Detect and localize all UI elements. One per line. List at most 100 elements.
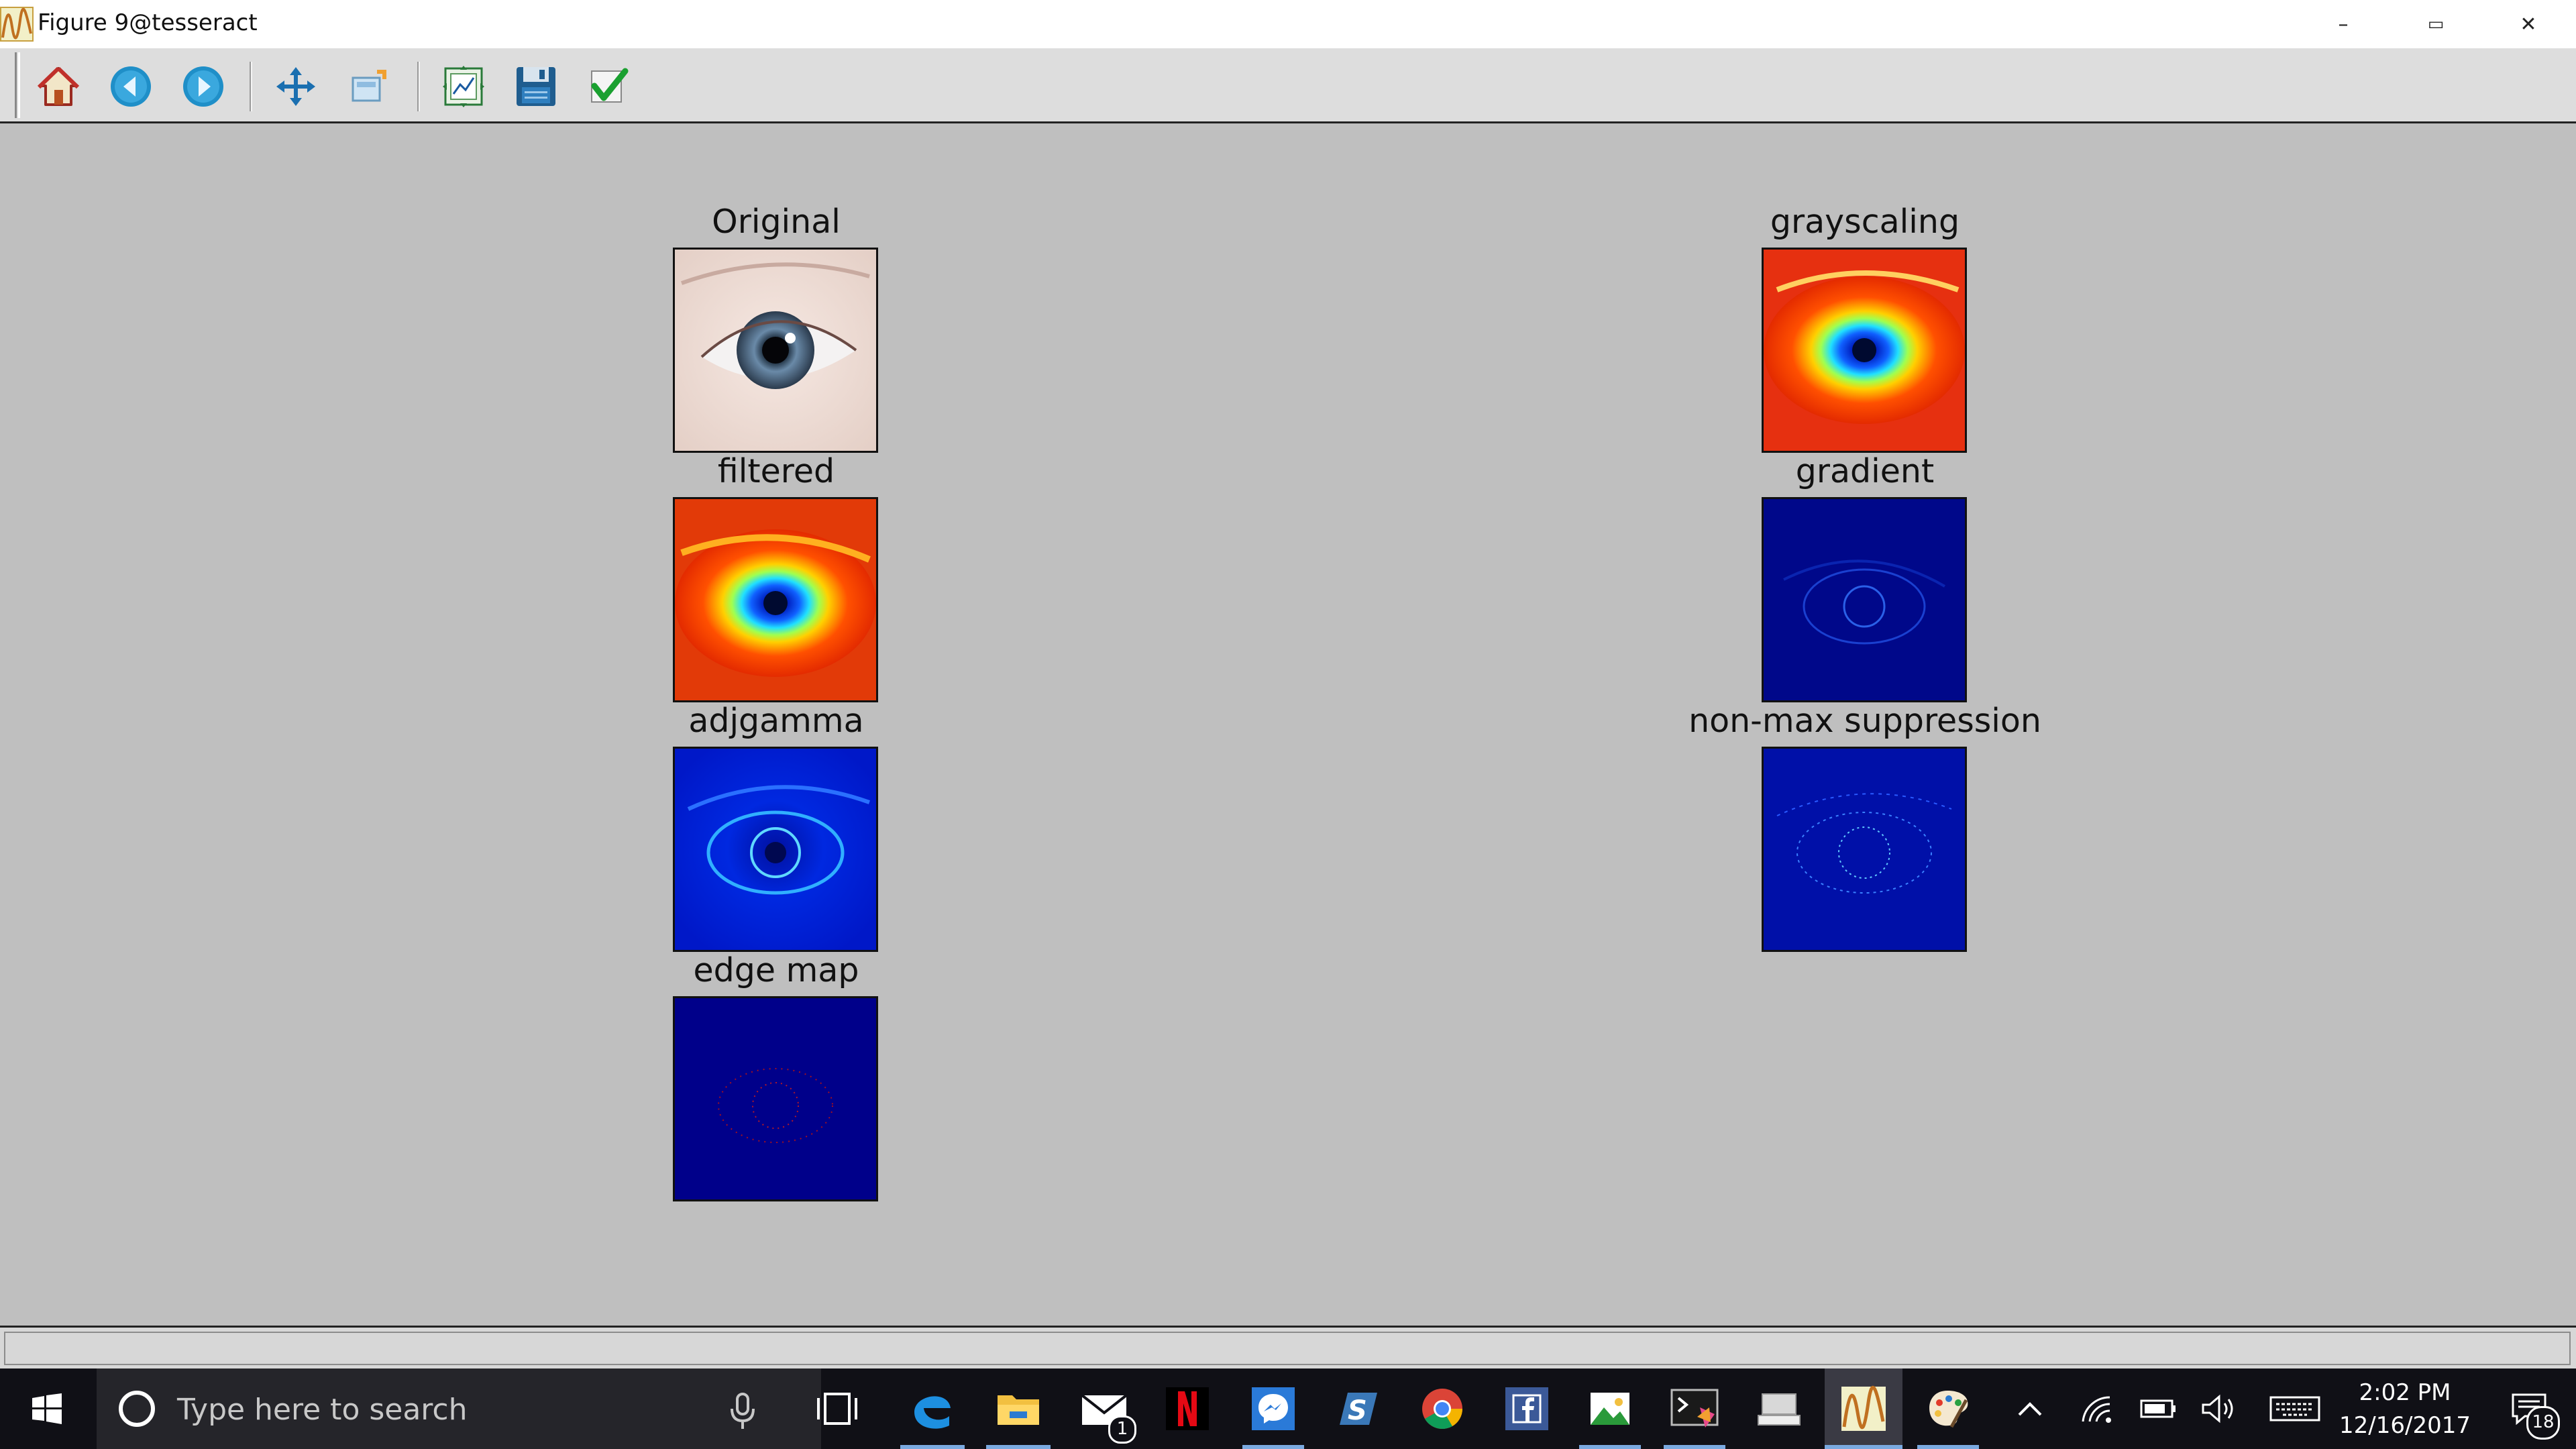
- running-indicator: [1242, 1445, 1304, 1449]
- notification-count-badge: 18: [2526, 1406, 2560, 1440]
- touch-keyboard-button[interactable]: [2266, 1389, 2324, 1429]
- mail-badge: 1: [1108, 1415, 1136, 1444]
- svg-text:S: S: [1348, 1395, 1367, 1426]
- axes-title-edge-map: edge map: [693, 951, 859, 989]
- keyboard-icon: [2269, 1396, 2320, 1421]
- window-title-bar: Figure 9@tesseract – ▭ ✕: [0, 0, 2576, 48]
- forward-button[interactable]: [177, 62, 229, 111]
- chevron-up-icon: [2018, 1402, 2042, 1416]
- edge-browser-icon: [914, 1396, 951, 1429]
- taskbar-image-viewer[interactable]: [1582, 1381, 1638, 1437]
- volume-button[interactable]: [2198, 1389, 2241, 1429]
- taskbar-file-explorer[interactable]: [990, 1381, 1046, 1437]
- action-center-button[interactable]: 18: [2497, 1389, 2561, 1440]
- taskbar-chrome[interactable]: [1414, 1381, 1470, 1437]
- taskbar-network-drive[interactable]: [1751, 1381, 1807, 1437]
- edit-parameters-button[interactable]: [582, 62, 635, 111]
- running-indicator: [1579, 1445, 1641, 1449]
- taskbar-netflix[interactable]: [1159, 1381, 1216, 1437]
- task-view-button[interactable]: [809, 1381, 865, 1437]
- running-indicator: [1917, 1445, 1979, 1449]
- wifi-icon: [2082, 1396, 2111, 1423]
- close-button[interactable]: ✕: [2482, 0, 2575, 48]
- app-waveform-icon: [0, 7, 34, 42]
- taskbar-paint[interactable]: [1920, 1381, 1976, 1437]
- restore-button[interactable]: ▭: [2390, 0, 2482, 48]
- floppy-disk-icon: [517, 67, 555, 106]
- axes-title-grayscaling: grayscaling: [1770, 203, 1960, 241]
- cortana-circle-icon: [119, 1391, 155, 1427]
- facebook-icon: [1505, 1387, 1548, 1430]
- pan-button[interactable]: [270, 62, 322, 111]
- clock[interactable]: 2:02 PM 12/16/2017: [2328, 1375, 2482, 1442]
- task-view-icon: [817, 1393, 857, 1425]
- axes-title-non-max-suppression: non-max suppression: [1688, 702, 2041, 740]
- window-title: Figure 9@tesseract: [38, 9, 258, 36]
- running-indicator: [900, 1445, 965, 1449]
- back-button[interactable]: [105, 62, 157, 111]
- image-adjgamma: [673, 747, 878, 952]
- axes-title-original: Original: [712, 203, 841, 241]
- network-button[interactable]: [2077, 1389, 2117, 1429]
- taskbar-messenger[interactable]: [1245, 1381, 1301, 1437]
- move-cross-icon: [276, 67, 315, 106]
- axes-title-adjgamma: adjgamma: [688, 702, 864, 740]
- status-bar: [0, 1326, 2576, 1368]
- home-button[interactable]: [32, 62, 85, 111]
- app-s-icon: S: [1340, 1393, 1377, 1426]
- windows-taskbar: Type here to search 1 S 2:02 PM 12/16/20…: [0, 1368, 2576, 1449]
- minimize-icon: –: [2338, 12, 2349, 36]
- subplots-button[interactable]: [437, 62, 490, 111]
- image-edge-map: [673, 996, 878, 1201]
- paint-palette-icon: [1929, 1391, 1968, 1428]
- computer-icon: [1758, 1393, 1801, 1426]
- clock-time: 2:02 PM: [2359, 1379, 2451, 1406]
- taskbar-edge[interactable]: [904, 1381, 961, 1437]
- image-non-max-suppression: [1762, 747, 1967, 952]
- app-waveform-icon: [1841, 1385, 1886, 1431]
- back-arrow-icon: [111, 66, 151, 107]
- taskbar-mail[interactable]: 1: [1076, 1381, 1136, 1444]
- image-original: [673, 248, 878, 453]
- battery-button[interactable]: [2137, 1389, 2180, 1429]
- taskbar-skype[interactable]: S: [1330, 1381, 1386, 1437]
- start-button[interactable]: [19, 1381, 75, 1437]
- image-gradient: [1762, 497, 1967, 702]
- navigation-toolbar: [0, 48, 2576, 123]
- picture-viewer-icon: [1591, 1393, 1629, 1425]
- search-placeholder: Type here to search: [177, 1393, 468, 1427]
- forward-arrow-icon: [183, 66, 223, 107]
- clock-date: 12/16/2017: [2339, 1412, 2471, 1439]
- close-icon: ✕: [2520, 12, 2537, 36]
- toolbar-separator: [417, 62, 420, 111]
- toolbar-grip: [15, 52, 20, 118]
- running-indicator: [986, 1445, 1051, 1449]
- windows-logo-icon: [32, 1393, 62, 1424]
- figure-canvas: Original grayscaling filtered gradient a…: [0, 123, 2576, 1326]
- messenger-icon: [1252, 1387, 1295, 1430]
- show-hidden-icons-button[interactable]: [2010, 1389, 2050, 1429]
- axes-title-filtered: filtered: [717, 452, 835, 490]
- zoom-rect-icon: [352, 70, 386, 102]
- running-indicator: [1825, 1445, 1902, 1449]
- minimize-button[interactable]: –: [2297, 0, 2390, 48]
- taskbar-search-box[interactable]: Type here to search: [97, 1368, 821, 1449]
- home-icon: [37, 66, 80, 106]
- zoom-button[interactable]: [343, 62, 396, 111]
- microphone-icon[interactable]: [727, 1393, 758, 1430]
- save-button[interactable]: [510, 62, 562, 111]
- status-message-field: [4, 1332, 2571, 1365]
- speaker-volume-icon: [2202, 1394, 2233, 1424]
- terminal-icon: [1670, 1389, 1719, 1428]
- folder-icon: [998, 1395, 1039, 1425]
- image-grayscaling: [1762, 248, 1967, 453]
- checkmark-icon: [591, 68, 629, 103]
- toolbar-separator: [250, 62, 252, 111]
- running-indicator: [1664, 1445, 1725, 1449]
- image-filtered: [673, 497, 878, 702]
- taskbar-terminal[interactable]: [1666, 1381, 1723, 1437]
- taskbar-figure-window[interactable]: [1835, 1381, 1892, 1437]
- taskbar-facebook[interactable]: [1499, 1381, 1555, 1437]
- netflix-icon: [1166, 1387, 1209, 1430]
- battery-icon: [2140, 1399, 2176, 1418]
